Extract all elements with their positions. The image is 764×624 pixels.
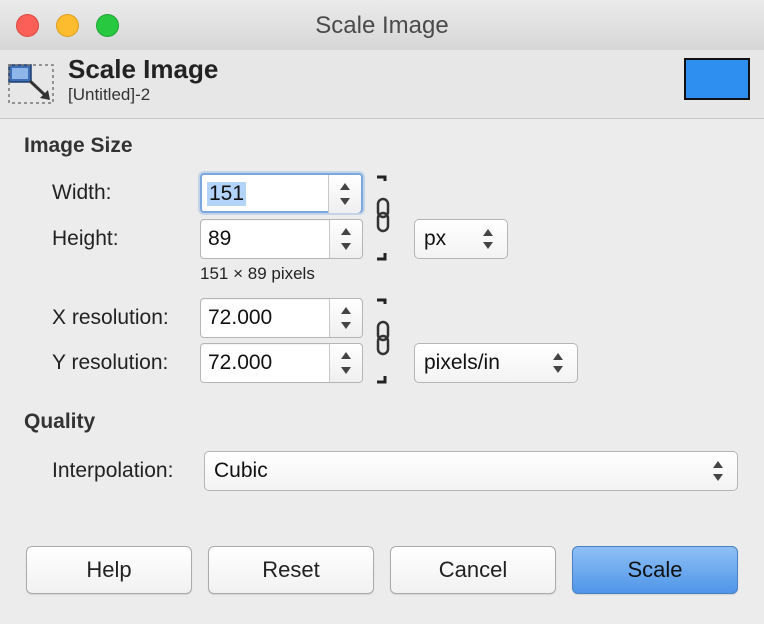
dialog-header: Scale Image [Untitled]-2: [0, 50, 764, 119]
height-label: Height:: [52, 227, 119, 250]
scale-image-icon: [8, 64, 54, 104]
title-bar: Scale Image: [0, 0, 764, 51]
unit-select[interactable]: px: [414, 219, 508, 259]
resolution-unit-select[interactable]: pixels/in: [414, 343, 578, 383]
chain-link-icon[interactable]: [375, 175, 391, 261]
width-stepper[interactable]: [328, 175, 361, 213]
scale-button[interactable]: Scale: [572, 546, 738, 594]
y-resolution-stepper[interactable]: [329, 344, 362, 382]
help-button[interactable]: Help: [26, 546, 192, 594]
width-input[interactable]: 151: [200, 173, 363, 213]
y-resolution-input[interactable]: 72.000: [200, 343, 363, 383]
select-arrows-icon: [713, 461, 723, 481]
image-name: [Untitled]-2: [68, 85, 151, 104]
height-input[interactable]: 89: [200, 219, 363, 259]
resolution-chain-icon[interactable]: [375, 298, 391, 384]
color-swatch: [684, 58, 750, 100]
dialog-title: Scale Image: [68, 54, 219, 84]
height-value: 89: [208, 227, 232, 250]
width-value: 151: [207, 182, 247, 206]
pixel-size-info: 151 × 89 pixels: [200, 264, 315, 283]
select-arrows-icon: [553, 353, 563, 373]
stepper-arrows-icon: [340, 183, 350, 205]
interpolation-label: Interpolation:: [52, 459, 174, 482]
select-arrows-icon: [483, 229, 493, 249]
window-title: Scale Image: [315, 12, 449, 39]
width-label: Width:: [52, 181, 112, 204]
stepper-arrows-icon: [341, 352, 351, 374]
interpolation-value: Cubic: [214, 459, 268, 482]
x-resolution-value: 72.000: [208, 306, 273, 329]
x-resolution-stepper[interactable]: [329, 299, 362, 337]
image-size-heading: Image Size: [24, 134, 133, 157]
stepper-arrows-icon: [341, 307, 351, 329]
stepper-arrows-icon: [341, 228, 351, 250]
x-resolution-label: X resolution:: [52, 306, 169, 329]
y-resolution-label: Y resolution:: [52, 351, 169, 374]
resolution-unit-value: pixels/in: [424, 351, 500, 374]
interpolation-select[interactable]: Cubic: [204, 451, 738, 491]
cancel-button[interactable]: Cancel: [390, 546, 556, 594]
quality-heading: Quality: [24, 410, 96, 433]
reset-button[interactable]: Reset: [208, 546, 374, 594]
height-stepper[interactable]: [329, 220, 362, 258]
y-resolution-value: 72.000: [208, 351, 273, 374]
unit-value: px: [424, 227, 447, 250]
x-resolution-input[interactable]: 72.000: [200, 298, 363, 338]
